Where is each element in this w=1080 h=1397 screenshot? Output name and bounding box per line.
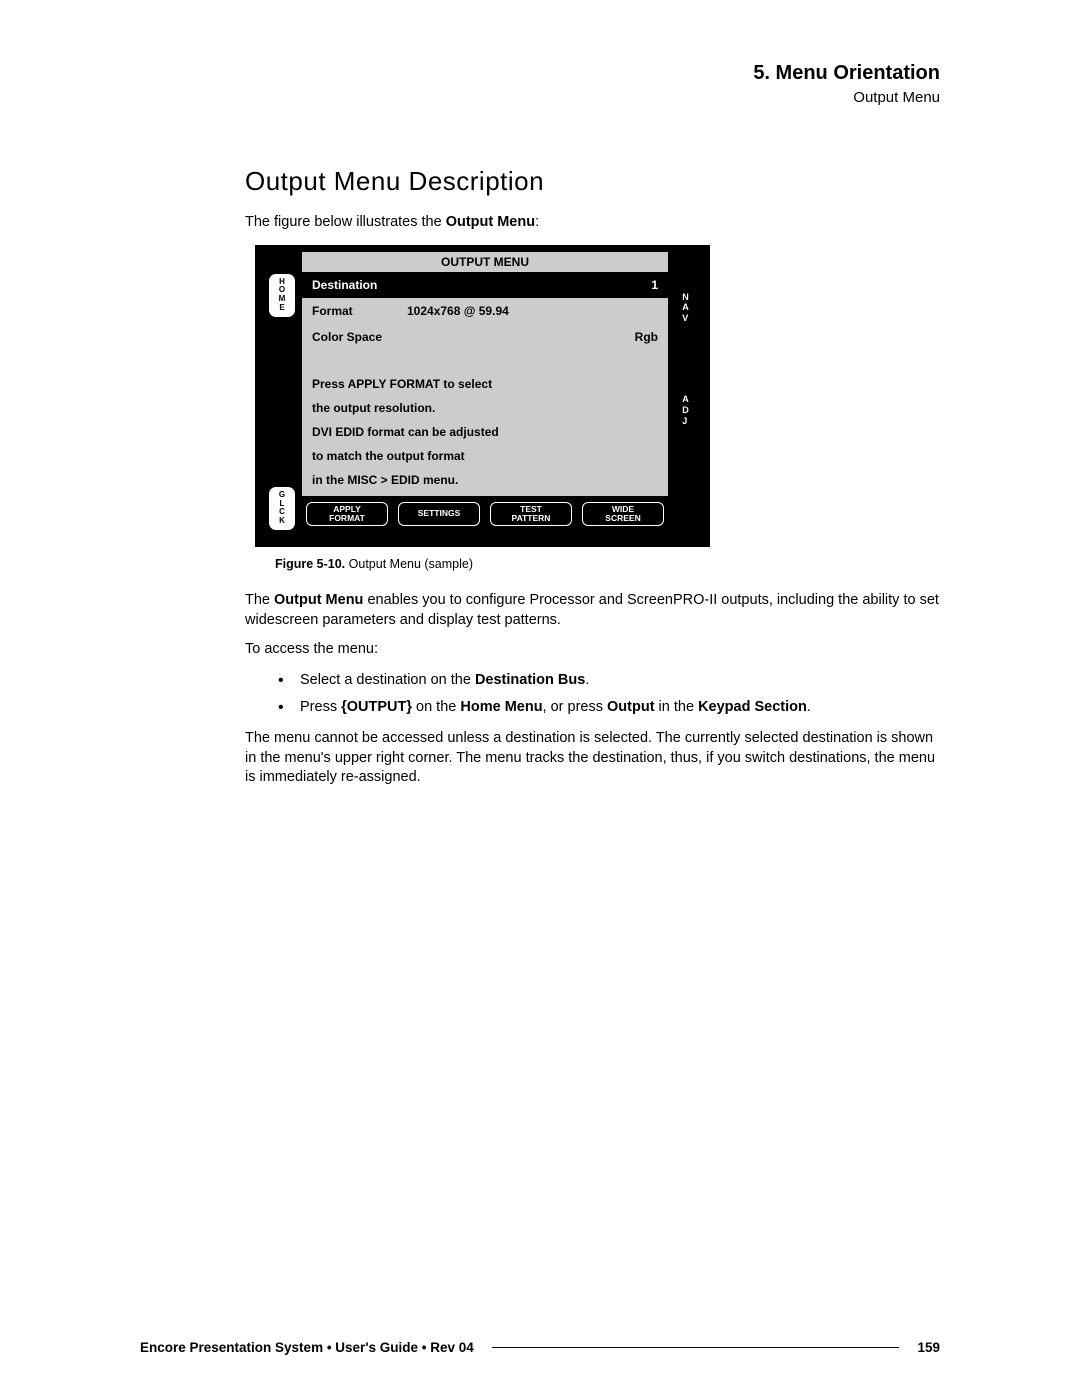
figure-label: Figure 5-10.: [275, 557, 345, 571]
bullet-1: Select a destination on the Destination …: [300, 670, 940, 692]
p1-pre: The: [245, 592, 274, 608]
apply-format-button[interactable]: APPLY FORMAT: [306, 502, 388, 527]
b2-b4: Keypad Section: [698, 699, 807, 715]
paragraph-1: The Output Menu enables you to configure…: [245, 591, 940, 630]
paragraph-3: The menu cannot be accessed unless a des…: [245, 729, 940, 788]
menu-center: OUTPUT MENU Destination 1 Format 1024x76…: [302, 252, 668, 540]
row-value: 1024x768 @ 59.94: [407, 304, 618, 318]
row-value: [407, 278, 618, 292]
b2-b3: Output: [607, 699, 655, 715]
p1-bold: Output Menu: [274, 592, 363, 608]
nav-label: N A V: [682, 292, 689, 324]
menu-right-column: N A V A D J: [668, 252, 703, 540]
b1-post: .: [585, 672, 589, 688]
bullet-list: Select a destination on the Destination …: [245, 670, 940, 720]
menu-button-row: APPLY FORMAT SETTINGS TEST PATTERN WIDE …: [302, 496, 668, 529]
row-label: Color Space: [312, 330, 407, 344]
intro-pre: The figure below illustrates the: [245, 214, 446, 230]
row-label: Destination: [312, 278, 407, 292]
footer-divider: [492, 1347, 900, 1348]
row-label: Format: [312, 304, 407, 318]
menu-left-column: H O M E G L C K: [262, 252, 302, 540]
footer-doc: Encore Presentation System • User's Guid…: [140, 1340, 474, 1355]
intro-post: :: [535, 214, 539, 230]
figure-caption: Figure 5-10. Output Menu (sample): [275, 557, 940, 571]
b2-b2: Home Menu: [460, 699, 542, 715]
page-title: Output Menu Description: [245, 166, 940, 197]
b2-b1: {OUTPUT}: [341, 699, 412, 715]
b1-bold: Destination Bus: [475, 672, 585, 688]
wide-screen-button[interactable]: WIDE SCREEN: [582, 502, 664, 527]
menu-row-destination[interactable]: Destination 1: [302, 272, 668, 298]
menu-info-text: Press APPLY FORMAT to select the output …: [302, 364, 668, 496]
page-footer: Encore Presentation System • User's Guid…: [140, 1340, 940, 1355]
menu-row-colorspace[interactable]: Color Space Rgb: [302, 324, 668, 364]
page-header: 5. Menu Orientation Output Menu: [245, 62, 940, 106]
section-name: Output Menu: [245, 89, 940, 106]
row-right: [618, 304, 658, 318]
test-pattern-button[interactable]: TEST PATTERN: [490, 502, 572, 527]
adj-label: A D J: [682, 394, 689, 426]
paragraph-2: To access the menu:: [245, 640, 940, 660]
chapter-title: 5. Menu Orientation: [245, 62, 940, 85]
b2-t1: Press: [300, 699, 341, 715]
b2-t4: in the: [655, 699, 699, 715]
row-right: Rgb: [618, 330, 658, 344]
figure-text: Output Menu (sample): [349, 557, 473, 571]
b2-t5: .: [807, 699, 811, 715]
intro-bold: Output Menu: [446, 214, 535, 230]
bullet-2: Press {OUTPUT} on the Home Menu, or pres…: [300, 697, 940, 719]
output-menu-figure: H O M E G L C K OUTPUT MENU Destination …: [255, 245, 710, 547]
b2-t3: , or press: [543, 699, 607, 715]
menu-title: OUTPUT MENU: [302, 252, 668, 272]
glck-button[interactable]: G L C K: [269, 487, 295, 530]
b2-t2: on the: [412, 699, 460, 715]
row-value: [407, 330, 618, 344]
menu-row-format[interactable]: Format 1024x768 @ 59.94: [302, 298, 668, 324]
b1-pre: Select a destination on the: [300, 672, 475, 688]
row-right: 1: [618, 278, 658, 292]
footer-page-number: 159: [917, 1340, 940, 1355]
home-button[interactable]: H O M E: [269, 274, 295, 317]
intro-text: The figure below illustrates the Output …: [245, 213, 940, 233]
settings-button[interactable]: SETTINGS: [398, 502, 480, 527]
